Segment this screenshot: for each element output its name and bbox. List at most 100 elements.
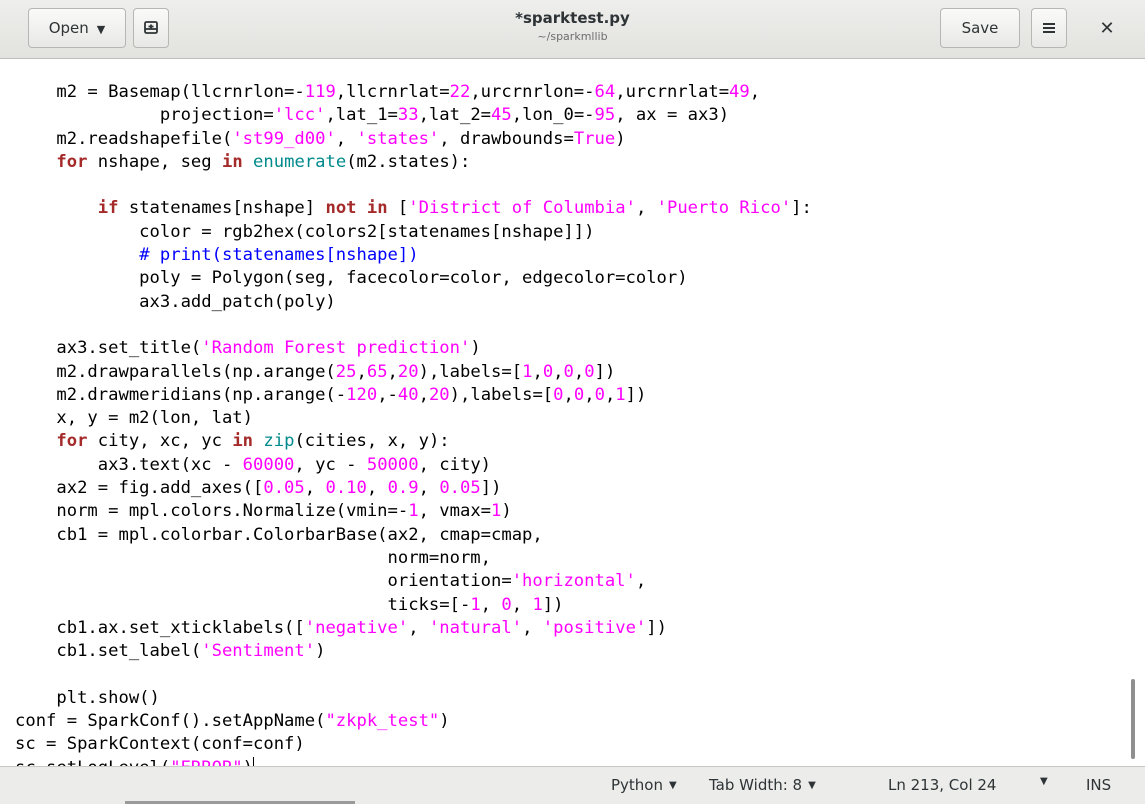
code-line[interactable]: orientation='horizontal', [15,570,812,593]
code-line[interactable]: sc = SparkContext(conf=conf) [15,733,812,756]
code-token: , [304,478,326,499]
code-line[interactable]: poly = Polygon(seg, facecolor=color, edg… [15,267,812,290]
code-token: 0.05 [263,478,305,499]
code-token: 'positive' [542,617,647,638]
code-token: ]: [791,198,812,219]
code-token: sc.setLogLevel( [15,758,170,766]
code-line[interactable]: if statenames[nshape] not in ['District … [15,197,812,220]
scrollbar[interactable] [1131,679,1135,759]
code-line[interactable]: # print(statenames[nshape]) [15,244,812,267]
code-token: 'horizontal' [511,571,636,592]
code-line[interactable] [15,663,812,686]
new-tab-icon [144,21,158,34]
code-line[interactable]: cb1.ax.set_xticklabels(['negative', 'nat… [15,617,812,640]
code-line[interactable] [15,314,812,337]
tab-width-selector[interactable]: Tab Width: 8 ▼ [709,776,816,794]
code-token: 40 [397,384,419,405]
code-line[interactable]: m2.drawmeridians(np.arange(-120,-40,20),… [15,384,812,407]
code-line[interactable]: conf = SparkConf().setAppName("zkpk_test… [15,710,812,733]
cursor-position[interactable]: Ln 213, Col 24 [888,776,996,794]
code-token: cb1.ax.set_xticklabels([ [15,617,305,638]
code-line[interactable]: cb1 = mpl.colorbar.ColorbarBase(ax2, cma… [15,524,812,547]
new-tab-button[interactable] [133,8,169,48]
code-line[interactable]: m2 = Basemap(llcrnrlon=-119,llcrnrlat=22… [15,81,812,104]
code-token: city, xc, yc [87,431,233,452]
code-token: ) [501,501,512,522]
code-line[interactable]: projection='lcc',lat_1=33,lat_2=45,lon_0… [15,104,812,127]
code-token: ) [315,641,326,662]
code-line[interactable]: ticks=[-1, 0, 1]) [15,594,812,617]
code-line[interactable] [15,174,812,197]
header-bar: Open ▼ *sparktest.py ~/sparkmllib Save ✕ [0,0,1145,59]
code-token: m2.drawmeridians(np.arange(- [15,384,347,405]
code-token: 0.9 [387,478,419,499]
language-selector[interactable]: Python ▼ [611,776,677,794]
code-line[interactable]: norm = mpl.colors.Normalize(vmin=-1, vma… [15,500,812,523]
code-token: 'lcc' [273,105,326,126]
title-block: *sparktest.py ~/sparkmllib [300,9,845,45]
code-line[interactable]: x, y = m2(lon, lat) [15,407,812,430]
code-line[interactable]: m2.readshapefile('st99_d00', 'states', d… [15,128,812,151]
code-text[interactable]: m2 = Basemap(llcrnrlon=-119,llcrnrlat=22… [15,81,812,766]
code-token: 0 [573,384,585,405]
code-token: (cities, x, y): [294,431,450,452]
code-line[interactable]: norm=norm, [15,547,812,570]
code-editor[interactable]: m2 = Basemap(llcrnrlon=-119,llcrnrlat=22… [0,59,1145,766]
code-line[interactable]: plt.show() [15,687,812,710]
code-token: in [366,198,388,219]
code-line[interactable]: ax3.set_title('Random Forest prediction'… [15,337,812,360]
code-line[interactable]: for nshape, seg in enumerate(m2.states): [15,151,812,174]
code-token: 'negative' [304,617,409,638]
code-token: , [635,198,657,219]
code-token: ,lat_2= [418,105,492,126]
code-line[interactable]: ax3.add_patch(poly) [15,291,812,314]
code-token: nshape, seg [87,151,222,172]
code-token: poly = Polygon(seg, facecolor=color, edg… [15,268,688,289]
code-token: ax2 = fig.add_axes([ [15,478,264,499]
code-token: 64 [594,82,616,102]
close-icon: ✕ [1099,17,1115,39]
code-line[interactable]: for city, xc, yc in zip(cities, x, y): [15,430,812,453]
code-token: 'natural' [428,617,523,638]
code-line[interactable]: ax2 = fig.add_axes([0.05, 0.10, 0.9, 0.0… [15,477,812,500]
chevron-down-icon: ▼ [669,779,677,791]
chevron-down-icon: ▼ [808,779,816,791]
code-line[interactable]: m2.drawparallels(np.arange(25,65,20),lab… [15,361,812,384]
open-button[interactable]: Open ▼ [28,8,126,48]
close-button[interactable]: ✕ [1087,12,1127,44]
code-token: , city) [418,454,492,475]
code-token: , [418,384,429,405]
text-cursor [253,756,255,766]
code-token: 'Sentiment' [201,641,316,662]
code-token: 0 [501,594,512,615]
code-token: , [418,478,440,499]
code-line[interactable]: color = rgb2hex(colors2[statenames[nshap… [15,221,812,244]
save-button[interactable]: Save [940,8,1020,48]
code-token: "zkpk_test" [325,711,440,732]
code-line[interactable]: ax3.text(xc - 60000, yc - 50000, city) [15,454,812,477]
code-token: ,urcrnrlon=- [470,82,595,102]
code-token: 'states' [356,128,440,149]
code-token: 1 [522,361,533,382]
chevron-down-icon: ▼ [96,22,106,36]
position-dropdown[interactable]: ▼ [1040,776,1048,787]
code-token: x, y = m2(lon, lat) [15,408,253,429]
code-token: , [604,384,616,405]
window-subtitle: ~/sparkmllib [537,30,608,43]
code-token: ,- [377,384,398,405]
code-token: , [532,361,543,382]
code-token: ,urcrnrlat= [615,82,730,102]
code-token: ]) [625,384,647,405]
code-token: ) [470,338,481,359]
code-line[interactable]: cb1.set_label('Sentiment') [15,640,812,663]
tab-width-label: Tab Width: 8 [709,776,803,794]
insert-mode[interactable]: INS [1086,776,1111,794]
menu-button[interactable] [1031,8,1067,48]
code-token: 20 [397,361,419,382]
code-token: ) [615,128,626,149]
code-line[interactable]: sc.setLogLevel("ERROR") [15,756,812,766]
code-token: 1 [491,501,502,522]
